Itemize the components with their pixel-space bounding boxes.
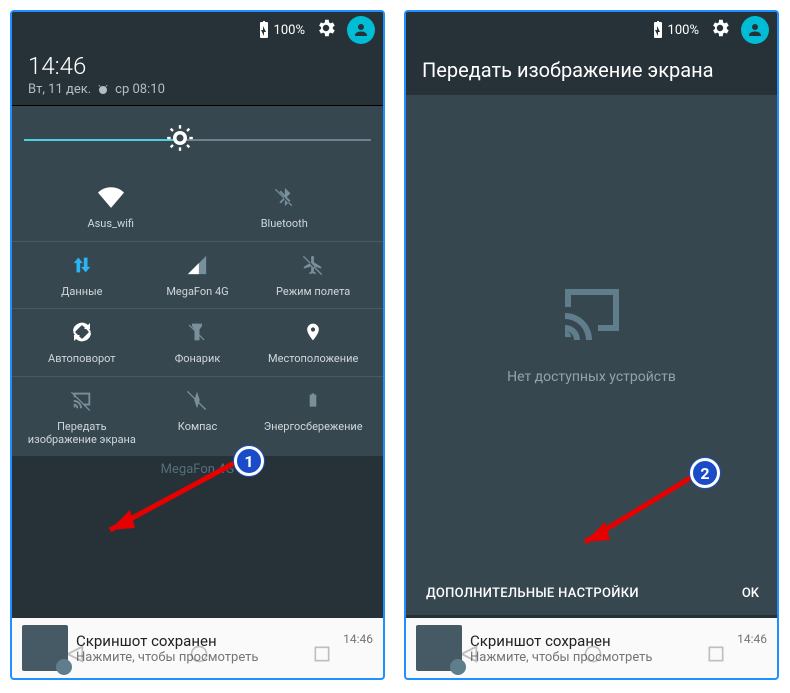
tile-cast[interactable]: Передать изображение экрана	[24, 377, 140, 456]
carrier-ghost: MegaFon 4G	[12, 456, 383, 477]
battery-saver-icon	[305, 388, 321, 412]
cast-empty-message: Нет доступных устройств	[507, 369, 676, 385]
screenshot-thumb-icon	[416, 625, 462, 671]
tile-battery-saver[interactable]: Энергосбережение	[255, 377, 371, 456]
phone-left: 100% 14:46 Вт, 11 дек. ср 08:10 Asus_wif…	[10, 10, 385, 680]
wifi-icon	[98, 184, 124, 210]
cast-dialog-body: Нет доступных устройств ДОПОЛНИТЕЛЬНЫЕ Н…	[406, 95, 777, 615]
bluetooth-off-icon	[273, 186, 295, 208]
quick-settings: Asus_wifi Bluetooth Данные MegaFon 4G Ре…	[12, 106, 383, 456]
compass-off-icon	[186, 389, 208, 411]
location-icon	[303, 320, 323, 344]
user-avatar-icon[interactable]	[741, 16, 769, 44]
battery-charging-icon: 100%	[258, 21, 305, 39]
battery-pct: 100%	[274, 23, 305, 38]
settings-icon[interactable]	[709, 17, 731, 43]
tile-autorotate[interactable]: Автоповорот	[24, 309, 140, 376]
settings-icon[interactable]	[315, 17, 337, 43]
time-label: 14:46	[28, 52, 367, 80]
status-bar: 100%	[12, 12, 383, 48]
brightness-auto-icon	[166, 124, 194, 156]
advanced-settings-button[interactable]: ДОПОЛНИТЕЛЬНЫЕ НАСТРОЙКИ	[424, 586, 718, 601]
cast-off-icon	[69, 389, 95, 411]
flashlight-off-icon	[187, 320, 207, 344]
phone-right: 100% Передать изображение экрана Нет дос…	[404, 10, 779, 680]
date-label: Вт, 11 дек.	[28, 82, 91, 97]
tile-flashlight[interactable]: Фонарик	[140, 309, 256, 376]
tile-bluetooth[interactable]: Bluetooth	[198, 174, 372, 241]
autorotate-icon	[70, 320, 94, 344]
tile-data[interactable]: Данные	[24, 242, 140, 309]
alarm-icon	[97, 84, 109, 96]
tile-compass[interactable]: Компас	[140, 377, 256, 456]
data-arrows-icon	[71, 254, 93, 276]
screenshot-thumb-icon	[22, 625, 68, 671]
battery-charging-icon: 100%	[652, 21, 699, 39]
brightness-slider[interactable]	[24, 120, 371, 160]
tile-airplane[interactable]: Режим полета	[255, 242, 371, 309]
notification-screenshot[interactable]: Скриншот сохранен Нажмите, чтобы просмот…	[12, 618, 383, 678]
alarm-label: ср 08:10	[115, 82, 165, 97]
status-bar: 100%	[406, 12, 777, 48]
annotation-badge-1: 1	[234, 446, 264, 476]
clock-panel[interactable]: 14:46 Вт, 11 дек. ср 08:10	[12, 48, 383, 106]
notification-screenshot[interactable]: Скриншот сохранен Нажмите, чтобы просмот…	[406, 618, 777, 678]
cast-dialog-title: Передать изображение экрана	[406, 48, 777, 95]
tile-signal[interactable]: MegaFon 4G	[140, 242, 256, 309]
cast-large-icon	[556, 283, 628, 343]
airplane-off-icon	[302, 254, 324, 276]
user-avatar-icon[interactable]	[347, 16, 375, 44]
ok-button[interactable]: OK	[742, 586, 759, 601]
annotation-badge-2: 2	[690, 458, 720, 488]
tile-location[interactable]: Местоположение	[255, 309, 371, 376]
tile-wifi[interactable]: Asus_wifi	[24, 174, 198, 241]
signal-icon	[186, 254, 208, 276]
